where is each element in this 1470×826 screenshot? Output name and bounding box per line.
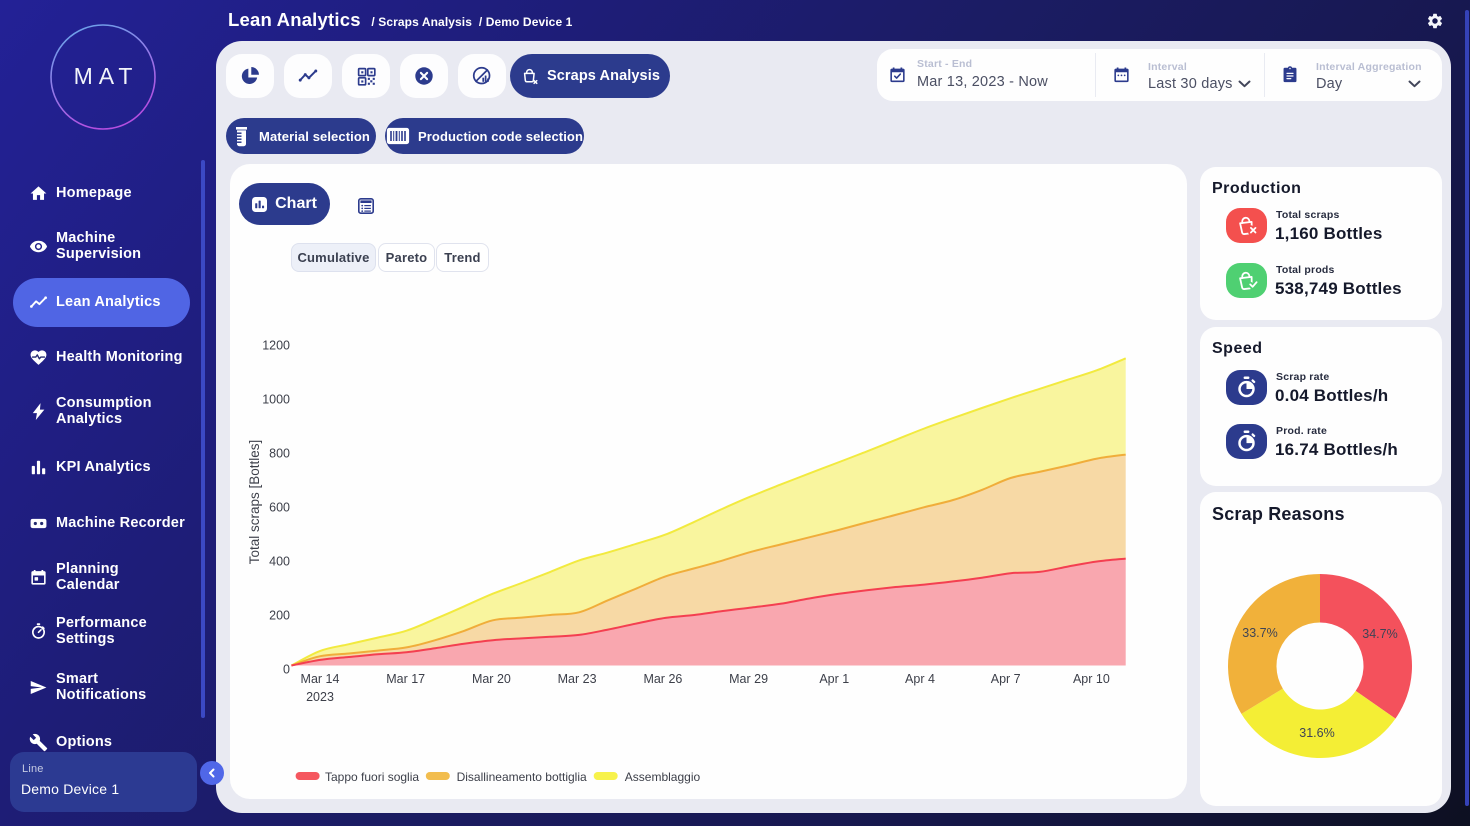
- svg-text:Mar 20: Mar 20: [472, 672, 511, 686]
- svg-text:2023: 2023: [306, 690, 334, 704]
- svg-text:Mar 23: Mar 23: [558, 672, 597, 686]
- svg-text:800: 800: [269, 447, 290, 461]
- svg-text:Apr 4: Apr 4: [905, 672, 935, 686]
- svg-text:1000: 1000: [262, 393, 290, 407]
- svg-text:Apr 10: Apr 10: [1073, 672, 1110, 686]
- svg-text:Total scraps [Bottles]: Total scraps [Bottles]: [247, 440, 262, 565]
- svg-text:Mar 14: Mar 14: [301, 672, 340, 686]
- svg-text:200: 200: [269, 609, 290, 623]
- svg-text:31.6%: 31.6%: [1299, 726, 1334, 740]
- svg-text:Tappo fuori soglia: Tappo fuori soglia: [325, 770, 419, 784]
- svg-text:Mar 17: Mar 17: [386, 672, 425, 686]
- svg-text:0: 0: [283, 663, 290, 677]
- svg-text:Assemblaggio: Assemblaggio: [625, 770, 701, 784]
- svg-text:Apr 1: Apr 1: [819, 672, 849, 686]
- svg-text:1200: 1200: [262, 339, 290, 353]
- svg-text:600: 600: [269, 501, 290, 515]
- svg-text:Apr 7: Apr 7: [991, 672, 1021, 686]
- svg-text:33.7%: 33.7%: [1242, 626, 1277, 640]
- svg-text:Disallineamento bottiglia: Disallineamento bottiglia: [457, 770, 587, 784]
- svg-text:400: 400: [269, 555, 290, 569]
- svg-text:34.7%: 34.7%: [1362, 627, 1397, 641]
- svg-text:Mar 29: Mar 29: [729, 672, 768, 686]
- svg-text:Mar 26: Mar 26: [643, 672, 682, 686]
